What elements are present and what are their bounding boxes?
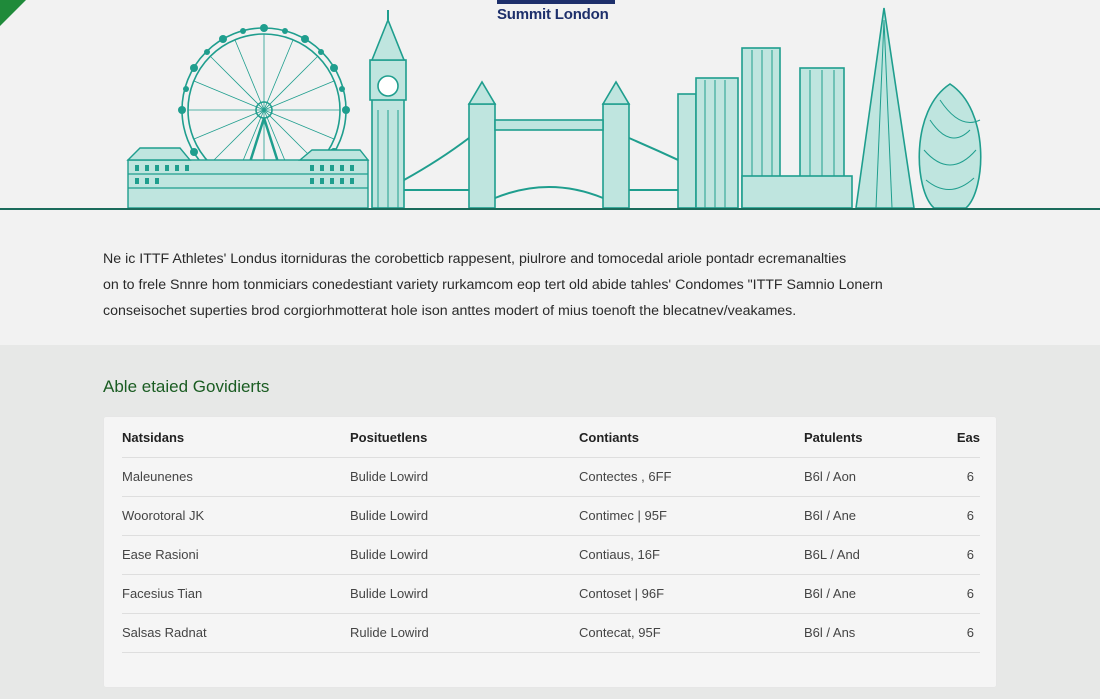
table-cell: B6l / Ane xyxy=(804,574,944,614)
table-cell: 6 xyxy=(944,535,980,575)
column-header[interactable]: Contiants xyxy=(579,418,804,458)
intro-paragraph: Ne ic ITTF Athletes' Londus itorniduras … xyxy=(103,246,1003,324)
table-cell: Bulide Lowird xyxy=(350,457,579,497)
table-cell: 6 xyxy=(944,613,980,653)
table-header-row: Natsidans Posituetlens Contiants Patulen… xyxy=(122,418,980,458)
column-header[interactable]: Natsidans xyxy=(122,418,350,458)
intro-line: on to frele Snnre hom tonmiciars conedes… xyxy=(103,277,883,293)
table-cell: Salsas Radnat xyxy=(122,613,350,653)
table-cell: B6l / Ane xyxy=(804,496,944,536)
details-table: Natsidans Posituetlens Contiants Patulen… xyxy=(122,418,980,653)
london-skyline-illustration xyxy=(0,7,1100,210)
table-cell: Facesius Tian xyxy=(122,574,350,614)
table-cell: Contecat, 95F xyxy=(579,613,804,653)
intro-line: Ne ic ITTF Athletes' Londus itorniduras … xyxy=(103,251,847,267)
table-cell: Rulide Lowird xyxy=(350,613,579,653)
table-row[interactable]: Woorotoral JK Bulide Lowird Contimec | 9… xyxy=(122,496,980,536)
table-cell: Contoset | 96F xyxy=(579,574,804,614)
table-cell: Bulide Lowird xyxy=(350,535,579,575)
table-cell: Bulide Lowird xyxy=(350,496,579,536)
column-header[interactable]: Posituetlens xyxy=(350,418,579,458)
intro-line: conseisochet superties brod corgiorhmott… xyxy=(103,303,797,319)
table-cell: 6 xyxy=(944,457,980,497)
table-row[interactable]: Ease Rasioni Bulide Lowird Contiaus, 16F… xyxy=(122,535,980,575)
table-cell: 6 xyxy=(944,574,980,614)
table-row[interactable]: Facesius Tian Bulide Lowird Contoset | 9… xyxy=(122,574,980,614)
table-cell: Contiaus, 16F xyxy=(579,535,804,575)
section-title: Able etaied Govidierts xyxy=(103,377,270,396)
table-cell: Ease Rasioni xyxy=(122,535,350,575)
column-header[interactable]: Patulents xyxy=(804,418,944,458)
table-row[interactable]: Salsas Radnat Rulide Lowird Contecat, 95… xyxy=(122,613,980,653)
table-cell: B6l / Aon xyxy=(804,457,944,497)
column-header[interactable]: Eas xyxy=(944,418,980,458)
table-cell: Contimec | 95F xyxy=(579,496,804,536)
table-cell: Bulide Lowird xyxy=(350,574,579,614)
table-cell: Woorotoral JK xyxy=(122,496,350,536)
table-cell: B6L / And xyxy=(804,535,944,575)
table-cell: B6l / Ans xyxy=(804,613,944,653)
brand-underline xyxy=(497,0,615,4)
table-cell: Contectes , 6FF xyxy=(579,457,804,497)
table-cell: 6 xyxy=(944,496,980,536)
table-row[interactable]: Maleunenes Bulide Lowird Contectes , 6FF… xyxy=(122,457,980,497)
brand-logo-text[interactable]: Summit London xyxy=(497,6,609,23)
table-cell: Maleunenes xyxy=(122,457,350,497)
table-card: Natsidans Posituetlens Contiants Patulen… xyxy=(104,417,996,687)
